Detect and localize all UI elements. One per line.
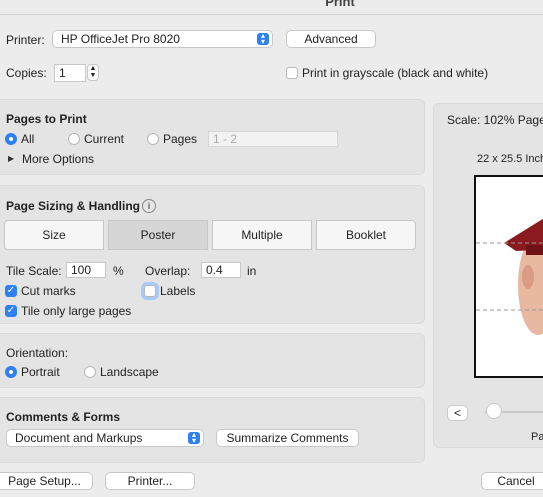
pages-range-input[interactable]: 1 - 2 bbox=[208, 131, 338, 147]
page-indicator-text: Pa bbox=[531, 431, 543, 443]
all-label: All bbox=[21, 132, 35, 146]
pages-label: Pages bbox=[163, 132, 198, 146]
copies-label: Copies: bbox=[6, 66, 47, 80]
tab-booklet[interactable]: Booklet bbox=[316, 220, 416, 250]
pages-radio[interactable] bbox=[147, 133, 159, 145]
landscape-label: Landscape bbox=[100, 365, 159, 379]
overlap-input[interactable]: 0.4 bbox=[201, 262, 241, 278]
tile-large-label: Tile only large pages bbox=[21, 304, 132, 318]
advanced-button[interactable]: Advanced bbox=[286, 30, 376, 48]
current-radio[interactable] bbox=[68, 133, 80, 145]
chevron-updown-icon: ▴ ▾ bbox=[188, 431, 200, 445]
portrait-photo-preview bbox=[476, 218, 543, 335]
portrait-label: Portrait bbox=[21, 365, 60, 379]
portrait-radio[interactable] bbox=[5, 366, 17, 378]
orientation-title: Orientation: bbox=[6, 346, 69, 360]
info-icon[interactable]: i bbox=[142, 199, 156, 213]
window-title: Print bbox=[325, 0, 355, 9]
title-divider bbox=[0, 14, 543, 15]
comments-title: Comments & Forms bbox=[6, 410, 121, 424]
tab-size[interactable]: Size bbox=[4, 220, 104, 250]
tile-large-checkbox[interactable]: ✓ bbox=[5, 305, 17, 317]
printer-select-value: HP OfficeJet Pro 8020 bbox=[61, 32, 180, 46]
printer-select[interactable]: HP OfficeJet Pro 8020 ▴ ▾ bbox=[52, 30, 273, 48]
labels-checkbox[interactable] bbox=[144, 285, 156, 297]
printer-dialog-button[interactable]: Printer... bbox=[105, 472, 195, 490]
all-radio[interactable] bbox=[5, 133, 17, 145]
grayscale-label: Print in grayscale (black and white) bbox=[302, 66, 489, 80]
chevron-updown-icon: ▴ ▾ bbox=[257, 32, 269, 46]
more-options-label[interactable]: More Options bbox=[22, 152, 94, 166]
copies-input[interactable]: 1 bbox=[54, 64, 86, 82]
landscape-radio[interactable] bbox=[84, 366, 96, 378]
comments-select[interactable]: Document and Markups ▴ ▾ bbox=[6, 429, 204, 447]
page-preview bbox=[474, 175, 543, 378]
labels-label: Labels bbox=[160, 284, 196, 298]
tab-multiple[interactable]: Multiple bbox=[212, 220, 312, 250]
tile-scale-unit: % bbox=[113, 264, 124, 278]
cancel-button[interactable]: Cancel bbox=[481, 472, 543, 490]
printer-label: Printer: bbox=[6, 33, 45, 47]
current-label: Current bbox=[84, 132, 125, 146]
preview-size-text: 22 x 25.5 Inch bbox=[477, 153, 543, 165]
disclosure-triangle-icon[interactable]: ▶ bbox=[8, 154, 14, 163]
summarize-comments-button[interactable]: Summarize Comments bbox=[216, 429, 359, 447]
page-slider-thumb[interactable] bbox=[486, 403, 502, 419]
tab-poster[interactable]: Poster bbox=[108, 220, 208, 250]
page-setup-button[interactable]: Page Setup... bbox=[0, 472, 93, 490]
copies-stepper[interactable]: ▲ ▼ bbox=[87, 64, 99, 81]
pages-to-print-title: Pages to Print bbox=[6, 112, 87, 126]
preview-scale-text: Scale: 102% Pages bbox=[447, 113, 543, 127]
overlap-label: Overlap: bbox=[145, 264, 191, 278]
page-sizing-title: Page Sizing & Handling bbox=[6, 199, 141, 213]
overlap-unit: in bbox=[247, 264, 257, 278]
tile-scale-label: Tile Scale: bbox=[6, 264, 62, 278]
cut-marks-checkbox[interactable]: ✓ bbox=[5, 285, 17, 297]
grayscale-checkbox[interactable] bbox=[286, 67, 298, 79]
comments-select-value: Document and Markups bbox=[15, 431, 143, 445]
prev-page-button[interactable]: < bbox=[447, 405, 468, 421]
tile-scale-input[interactable]: 100 bbox=[66, 262, 106, 278]
orientation-panel bbox=[0, 333, 425, 388]
cut-marks-label: Cut marks bbox=[21, 284, 76, 298]
